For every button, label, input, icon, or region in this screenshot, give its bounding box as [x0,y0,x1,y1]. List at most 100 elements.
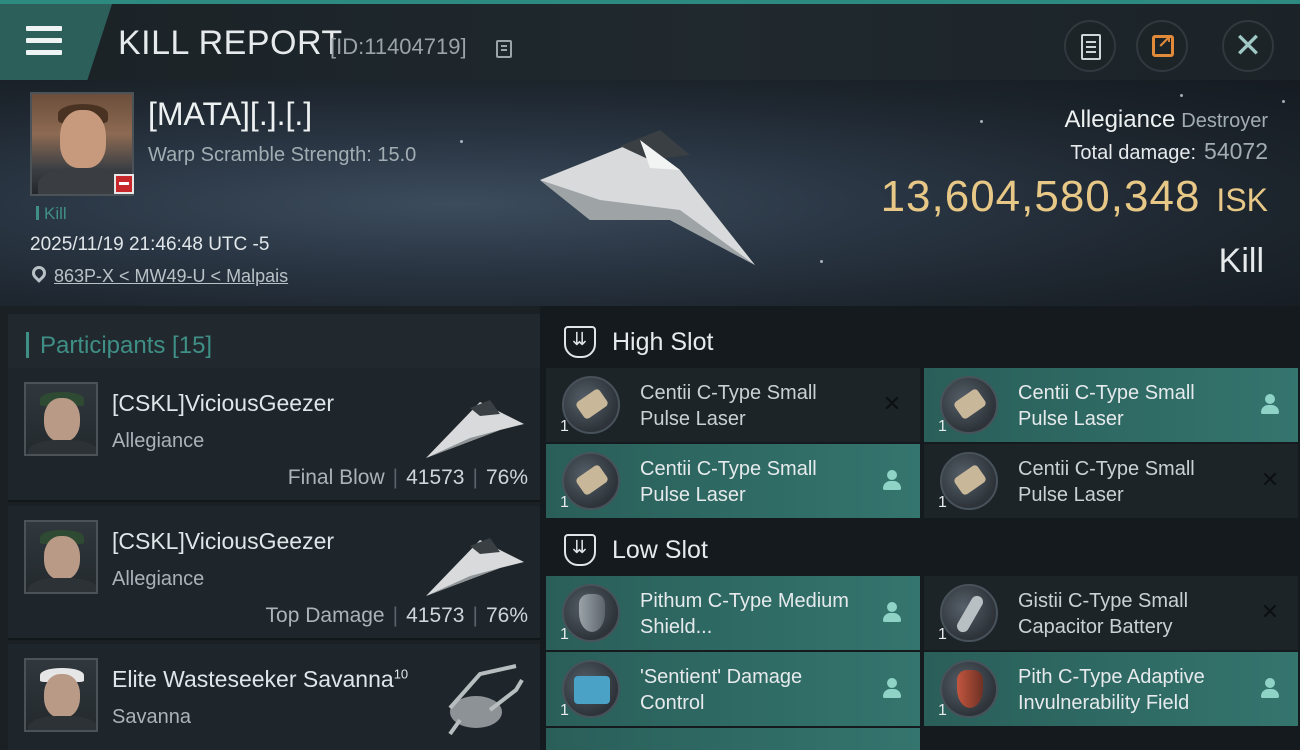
damage-value: 41573 [406,604,465,627]
high-slot-header: High Slot [548,312,1300,370]
module-name: Centii C-Type Small Pulse Laser [1018,382,1195,430]
total-damage: Total damage: 54072 [1070,138,1268,165]
ship-class: Destroyer [1181,110,1268,132]
module-item[interactable] [546,728,920,750]
module-quantity: 1 [560,494,569,511]
capacitor-icon [940,584,998,642]
module-item[interactable]: 1 Centii C-Type Small Pulse Laser ✕ [924,444,1298,518]
top-bar: KILL REPORT [ID:11404719] ✕ [0,0,1300,80]
kill-id: [ID:11404719] [330,34,467,59]
laser-icon [562,376,620,434]
isk-amount: 13,604,580,348 [880,172,1201,221]
dropped-person-icon [880,468,904,492]
damage-percent: 76% [485,604,528,627]
dropped-person-icon [1258,392,1282,416]
participant-ship: Allegiance [112,430,205,452]
stat-label: Top Damage [265,604,385,627]
kill-datetime: 2025/11/19 21:46:48 UTC -5 [30,234,270,255]
participant-ship-image [426,400,524,458]
participant-stats: Final Blow | 41573 | 76% [287,466,528,489]
menu-button[interactable] [0,4,112,80]
module-name: Pithum C-Type Medium Shield... [640,590,849,638]
isk-unit: ISK [1216,182,1268,218]
participant-name: [CSKL]ViciousGeezer [112,390,335,416]
participant-ship: Savanna [112,706,191,728]
dropped-person-icon [880,600,904,624]
participants-panel: Participants [15] [CSKL]ViciousGeezer Al… [0,306,540,750]
isk-value: 13,604,580,348 ISK [881,172,1268,222]
clipboard-button[interactable] [1064,20,1116,72]
hamburger-icon [26,26,62,31]
module-name: Centii C-Type Small Pulse Laser [1018,458,1195,506]
module-name: Centii C-Type Small Pulse Laser [640,458,817,506]
module-quantity: 1 [938,702,947,719]
copy-icon[interactable] [496,40,512,58]
participant-name: Elite Wasteseeker Savanna10 [112,666,409,692]
module-item[interactable]: 1 'Sentient' Damage Control [546,652,920,726]
shield-icon [562,584,620,642]
stat-label: Final Blow [287,466,385,489]
result-label: Kill [1218,242,1264,280]
page-title: KILL REPORT [118,24,343,62]
participant-ship-image [426,538,524,596]
share-button[interactable] [1136,20,1188,72]
module-item[interactable]: 1 Pithum C-Type Medium Shield... [546,576,920,650]
participant-ship-image [448,664,524,736]
low-slot-header: Low Slot [548,520,1300,578]
invulnerability-field-icon [940,660,998,718]
module-item[interactable]: 1 Gistii C-Type Small Capacitor Battery … [924,576,1298,650]
participant-stats: Top Damage | 41573 | 76% [265,604,528,627]
module-item[interactable]: 1 Centii C-Type Small Pulse Laser [546,444,920,518]
damage-percent: 76% [485,466,528,489]
victim-ship[interactable]: Allegiance Destroyer [1065,106,1268,134]
participant-avatar [24,520,98,594]
participant-row[interactable]: [CSKL]ViciousGeezer Allegiance Top Damag… [8,506,540,640]
share-icon [1152,32,1174,57]
standing-negative-icon [114,174,134,194]
dropped-person-icon [1258,676,1282,700]
high-slot-label: High Slot [612,328,714,356]
high-slot-icon [564,326,596,358]
module-name: Centii C-Type Small Pulse Laser [640,382,817,430]
module-item[interactable]: 1 Pith C-Type Adaptive Invulnerability F… [924,652,1298,726]
module-name: Pith C-Type Adaptive Invulnerability Fie… [1018,666,1205,714]
kill-location-link[interactable]: 863P-X < MW49-U < Malpais [54,266,288,287]
module-quantity: 1 [560,702,569,719]
destroyed-icon: ✕ [882,391,902,416]
low-slot-label: Low Slot [612,536,708,564]
total-damage-value: 54072 [1204,138,1268,164]
fitting-panel: High Slot 1 Centii C-Type Small Pulse La… [540,306,1300,750]
laser-icon [562,452,620,510]
warp-scramble-strength: Warp Scramble Strength: 15.0 [148,144,417,166]
victim-summary: [MATA][.].[.] Warp Scramble Strength: 15… [0,80,1300,306]
module-item[interactable]: 1 Centii C-Type Small Pulse Laser [924,368,1298,442]
laser-icon [940,376,998,434]
participant-row[interactable]: Elite Wasteseeker Savanna10 Savanna [8,644,540,750]
module-quantity: 1 [560,626,569,643]
laser-icon [940,452,998,510]
dropped-person-icon [880,676,904,700]
damage-control-icon [562,660,620,718]
module-item[interactable]: 1 Centii C-Type Small Pulse Laser ✕ [546,368,920,442]
module-quantity: 1 [560,418,569,435]
total-damage-label: Total damage: [1070,142,1197,164]
low-slot-icon [564,534,596,566]
module-quantity: 1 [938,418,947,435]
close-button[interactable]: ✕ [1222,20,1274,72]
location-pin-icon [29,263,49,283]
participant-avatar [24,382,98,456]
ship-name: Allegiance [1064,106,1176,133]
module-name: 'Sentient' Damage Control [640,666,803,714]
participants-label: Participants [15] [40,332,213,359]
close-icon: ✕ [1233,27,1263,65]
participant-name: [CSKL]ViciousGeezer [112,528,335,554]
victim-ship-image [540,130,755,265]
damage-value: 41573 [406,466,465,489]
participant-row[interactable]: [CSKL]ViciousGeezer Allegiance Final Blo… [8,368,540,502]
participants-header: Participants [15] [8,314,540,374]
victim-name[interactable]: [MATA][.].[.] [148,96,312,133]
destroyed-icon: ✕ [1260,467,1280,492]
module-name: Gistii C-Type Small Capacitor Battery [1018,590,1189,638]
clipboard-icon [1081,34,1101,60]
participant-ship: Allegiance [112,568,205,590]
